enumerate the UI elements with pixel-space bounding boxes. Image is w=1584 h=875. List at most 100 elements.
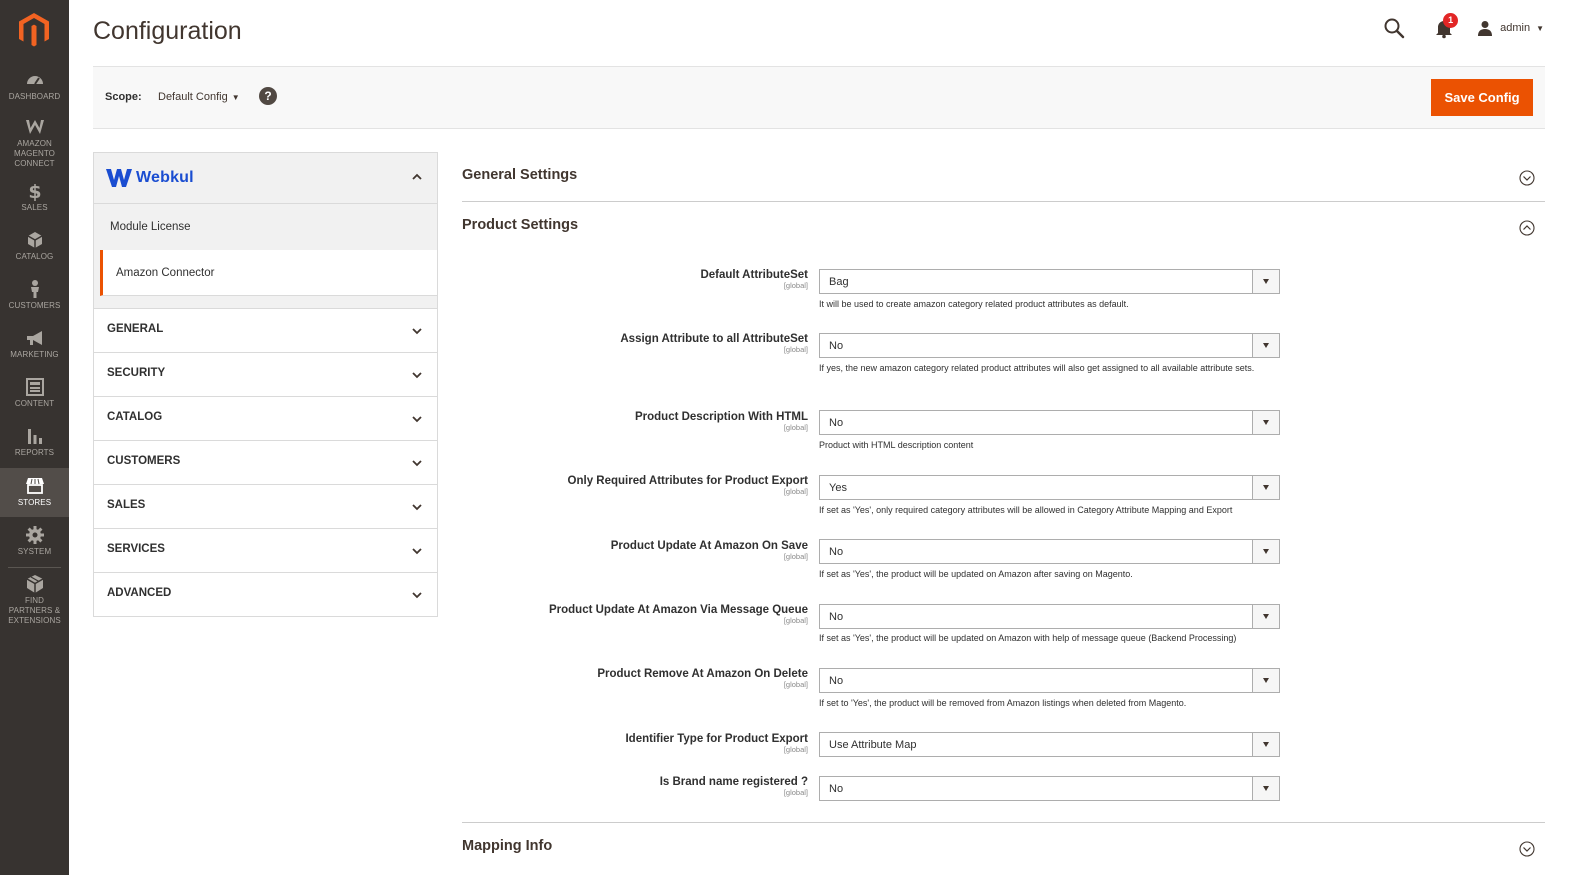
webkul-tab-header[interactable]: Webkul — [93, 152, 438, 204]
collapse-circle-icon — [1519, 220, 1535, 236]
dropdown-arrow-icon — [1252, 334, 1279, 357]
tab-section-security[interactable]: SECURITY — [93, 353, 438, 397]
section-title: Product Settings — [462, 217, 579, 233]
save-config-button[interactable]: Save Config — [1431, 79, 1533, 116]
menu-item-marketing[interactable]: MARKETING — [0, 328, 69, 360]
menu-item-partners[interactable]: FIND PARTNERS & EXTENSIONS — [0, 574, 69, 626]
select-default-attributeset[interactable]: Bag — [819, 269, 1280, 294]
field-scope: [global] — [783, 423, 808, 432]
menu-item-sales[interactable]: $ SALES — [0, 181, 69, 213]
admin-menu: DASHBOARD AMAZON MAGENTO CONNECT $ SALES… — [0, 0, 69, 875]
tab-section-label: GENERAL — [107, 323, 164, 335]
chevron-down-icon — [412, 328, 422, 335]
menu-item-amazon-connect[interactable]: AMAZON MAGENTO CONNECT — [0, 117, 69, 169]
menu-item-stores[interactable]: STORES — [0, 468, 69, 517]
dropdown-arrow-icon — [1252, 411, 1279, 434]
select-remove-on-delete[interactable]: No — [819, 668, 1280, 693]
menu-item-catalog[interactable]: CATALOG — [0, 230, 69, 262]
menu-label: FIND PARTNERS & EXTENSIONS — [8, 596, 61, 625]
config-tabs: Webkul Module License Amazon Connector G… — [93, 152, 438, 617]
tab-section-advanced[interactable]: ADVANCED — [93, 573, 438, 617]
section-mapping-info[interactable]: Mapping Info — [462, 824, 1545, 869]
menu-item-system[interactable]: SYSTEM — [0, 525, 69, 557]
page-title: Configuration — [93, 17, 242, 45]
content-icon — [25, 378, 44, 396]
magento-logo-icon[interactable] — [17, 12, 51, 48]
section-divider — [462, 822, 1545, 823]
scope-value: Default Config — [158, 91, 228, 103]
field-scope: [global] — [783, 745, 808, 754]
extensions-icon — [26, 575, 43, 593]
select-value: No — [829, 611, 844, 623]
select-required-attributes[interactable]: Yes — [819, 475, 1280, 500]
tab-section-label: CUSTOMERS — [107, 455, 181, 467]
scope-bar: Scope: Default Config ▼ ? Save Config — [93, 66, 1545, 129]
dollar-icon: $ — [28, 181, 41, 201]
tab-section-general[interactable]: GENERAL — [93, 309, 438, 353]
select-value: No — [829, 546, 844, 558]
select-message-queue[interactable]: No — [819, 604, 1280, 629]
field-label-update-on-save: Product Update At Amazon On Save — [610, 540, 808, 552]
select-value: No — [829, 340, 844, 352]
section-divider — [462, 201, 1545, 202]
select-brand-registered[interactable]: No — [819, 776, 1280, 801]
menu-item-content[interactable]: CONTENT — [0, 377, 69, 409]
tab-section-services[interactable]: SERVICES — [93, 529, 438, 573]
select-description-html[interactable]: No — [819, 410, 1280, 435]
select-value: Bag — [829, 276, 849, 288]
section-general-settings[interactable]: General Settings — [462, 153, 1545, 198]
select-identifier-type[interactable]: Use Attribute Map — [819, 732, 1280, 757]
field-scope: [global] — [783, 552, 808, 561]
select-value: No — [829, 783, 844, 795]
select-update-on-save[interactable]: No — [819, 539, 1280, 564]
field-note: Product with HTML description content — [819, 440, 974, 450]
amazon-connect-icon — [25, 120, 44, 134]
menu-item-dashboard[interactable]: DASHBOARD — [0, 70, 69, 102]
field-scope: [global] — [783, 487, 808, 496]
tab-module-license[interactable]: Module License — [94, 204, 437, 250]
chevron-down-icon — [412, 372, 422, 379]
menu-label: CUSTOMERS — [8, 301, 61, 310]
header-actions: 1 admin ▼ — [1383, 13, 1544, 40]
menu-label: DASHBOARD — [8, 92, 61, 101]
menu-item-customers[interactable]: CUSTOMERS — [0, 279, 69, 311]
tab-section-catalog[interactable]: CATALOG — [93, 397, 438, 441]
menu-separator — [8, 567, 61, 568]
dropdown-arrow-icon — [1252, 777, 1279, 800]
tab-section-customers[interactable]: CUSTOMERS — [93, 441, 438, 485]
dropdown-arrow-icon — [1252, 270, 1279, 293]
field-scope: [global] — [783, 281, 808, 290]
megaphone-icon — [26, 331, 42, 345]
scope-switcher[interactable]: Default Config ▼ — [158, 91, 240, 103]
tab-amazon-connector[interactable]: Amazon Connector — [100, 250, 437, 296]
field-label-default-attributeset: Default AttributeSet — [700, 269, 808, 281]
menu-label: CONTENT — [14, 399, 55, 408]
tab-section-label: SECURITY — [107, 367, 166, 379]
user-account-menu[interactable]: admin ▼ — [1477, 20, 1544, 36]
menu-label: AMAZON MAGENTO CONNECT — [13, 139, 55, 168]
menu-label: CATALOG — [15, 252, 54, 261]
tab-section-label: CATALOG — [107, 411, 163, 423]
section-title: General Settings — [462, 167, 578, 183]
menu-label: SALES — [21, 203, 48, 212]
field-scope: [global] — [783, 345, 808, 354]
section-product-settings[interactable]: Product Settings — [462, 203, 1545, 248]
select-assign-attribute[interactable]: No — [819, 333, 1280, 358]
field-label-brand-registered: Is Brand name registered ? — [659, 776, 808, 788]
notifications-button[interactable]: 1 — [1433, 13, 1459, 39]
field-label-identifier-type: Identifier Type for Product Export — [625, 733, 808, 745]
dashboard-icon — [26, 76, 43, 85]
field-label-remove-on-delete: Product Remove At Amazon On Delete — [597, 668, 808, 680]
chevron-down-icon — [412, 592, 422, 599]
menu-item-reports[interactable]: REPORTS — [0, 426, 69, 458]
help-icon[interactable]: ? — [259, 87, 277, 105]
search-icon[interactable] — [1383, 17, 1405, 39]
field-label-description-html: Product Description With HTML — [634, 411, 808, 423]
field-label-assign-attribute: Assign Attribute to all AttributeSet — [620, 333, 808, 345]
user-icon — [1478, 21, 1493, 36]
webkul-sub-items: Module License Amazon Connector — [93, 204, 438, 296]
tab-section-sales[interactable]: SALES — [93, 485, 438, 529]
field-note: If set as 'Yes', only required category … — [819, 505, 1233, 515]
store-icon — [25, 478, 44, 494]
caret-down-icon: ▼ — [231, 93, 240, 102]
